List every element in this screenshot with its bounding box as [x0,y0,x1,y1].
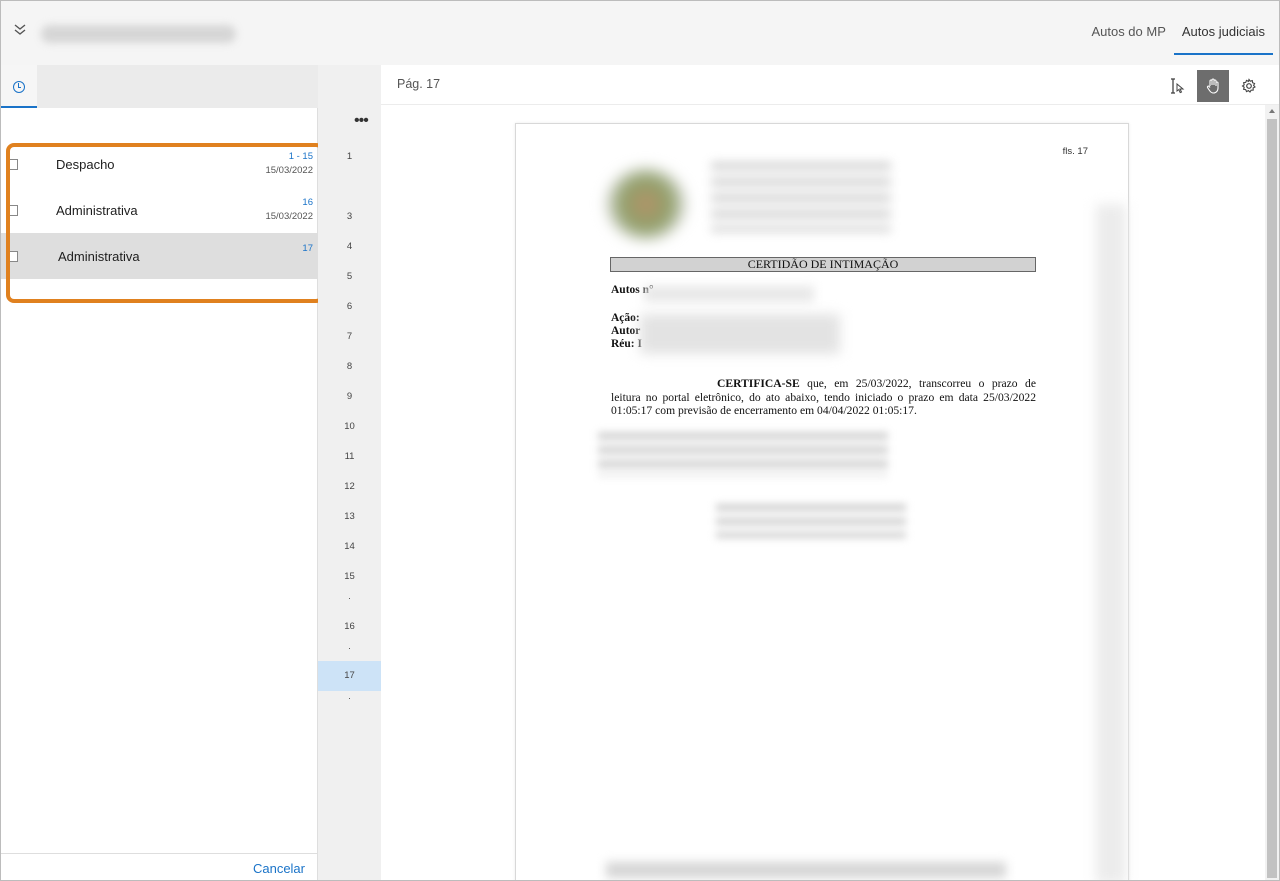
tab-autos-mp[interactable]: Autos do MP [1083,1,1173,55]
tab-history[interactable] [1,65,37,108]
redacted-region [1096,204,1126,880]
page-number[interactable]: 3 [318,211,381,222]
redacted-field [640,314,840,354]
cancel-button[interactable]: Cancelar [253,861,305,876]
redacted-header [711,162,891,232]
more-options-icon[interactable]: ••• [354,113,369,129]
page-number[interactable]: 15 [318,571,381,582]
folio-number: fls. 17 [1062,146,1088,157]
collapse-button[interactable] [13,23,33,43]
redacted-field [644,286,814,302]
gear-icon [1241,78,1256,93]
page-number[interactable]: 5 [318,271,381,282]
redacted-paragraph [598,432,888,476]
page-strip: ••• 1 3 4 5 6 7 8 9 10 11 12 13 14 15 · … [318,65,381,880]
reu-label: Réu: I [611,338,642,350]
settings-button[interactable] [1233,70,1265,102]
page-separator: · [348,593,351,603]
certificate-body: CERTIFICA-SE que, em 25/03/2022, transco… [611,377,1036,418]
certifica-label: CERTIFICA-SE [717,377,800,390]
text-select-button[interactable] [1161,70,1193,102]
page-number[interactable]: 16 [318,621,381,632]
viewer-toolbar: Pág. 17 [381,65,1279,105]
panel-tabs [1,65,318,108]
top-bar: Autos do MP Autos judiciais [1,1,1279,65]
page-number[interactable]: 9 [318,391,381,402]
clock-icon [13,81,25,93]
double-chevron-down-icon [14,24,26,35]
page-number[interactable]: 1 [318,151,381,162]
certificate-title: CERTIDÃO DE INTIMAÇÃO [610,257,1036,272]
page-separator: · [348,693,351,703]
page-number[interactable]: 14 [318,541,381,552]
page-number[interactable]: 6 [318,301,381,312]
source-tabs: Autos do MP Autos judiciais [1083,1,1273,55]
page-number[interactable]: 12 [318,481,381,492]
viewer-scrollbar[interactable] [1265,105,1279,880]
text-cursor-icon [1171,78,1185,94]
acao-label: Ação: [611,312,640,324]
page-number-active[interactable]: 17 [318,661,381,691]
tab-autos-judiciais[interactable]: Autos judiciais [1173,1,1273,55]
redacted-case-title [41,25,236,43]
page-number[interactable]: 10 [318,421,381,432]
page-number[interactable]: 13 [318,511,381,522]
redacted-footer [606,862,1006,878]
redacted-signature [716,504,906,538]
hand-icon [1206,78,1219,94]
annotation-highlight [6,143,324,303]
scroll-thumb[interactable] [1267,119,1277,878]
panel-footer: Cancelar [1,853,318,880]
page-number[interactable]: 11 [318,451,381,462]
page-separator: · [348,643,351,653]
autor-label: Autor [611,325,641,337]
page-number[interactable]: 8 [318,361,381,372]
certificate-text: que, em 25/03/2022, transcorreu o prazo … [611,377,1036,418]
document-page: fls. 17 CERTIDÃO DE INTIMAÇÃO Autos n° A… [515,123,1129,880]
app-window: Autos do MP Autos judiciais Despacho 1 -… [0,0,1280,881]
page-indicator: Pág. 17 [397,77,441,91]
page-number[interactable]: 4 [318,241,381,252]
document-viewer[interactable]: fls. 17 CERTIDÃO DE INTIMAÇÃO Autos n° A… [381,105,1265,880]
page-number[interactable]: 7 [318,331,381,342]
pan-tool-button[interactable] [1197,70,1229,102]
scroll-up-arrow-icon[interactable] [1269,109,1275,113]
redacted-logo [606,168,686,240]
